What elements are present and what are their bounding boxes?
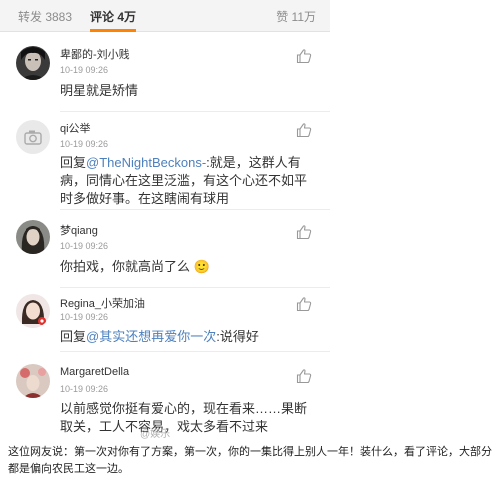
mention-link[interactable]: @其实还想再爱你一次 [86, 329, 216, 344]
article-caption: 这位网友说：第一次对你有了方案，第一次，你的一集比得上别人一年！装什么，看了评论… [8, 446, 492, 475]
thumbs-up-icon[interactable] [296, 122, 312, 138]
comment-username[interactable]: qi公举 [60, 120, 91, 136]
weibo-comment-panel: 转发 3883 评论 4万 赞 11万 卑鄙的-刘小贱 10-19 09:26 … [0, 0, 330, 440]
comment-text: 你拍戏，你就高尚了么 🙂 [60, 258, 315, 277]
comment-item: 梦qiang 10-19 09:26 你拍戏，你就高尚了么 🙂 [0, 210, 330, 288]
comment-text: 回复@其实还想再爱你一次:说得好 [60, 328, 315, 346]
thumbs-up-icon[interactable] [296, 224, 312, 240]
tab-comments[interactable]: 评论 4万 [90, 8, 136, 25]
user-avatar[interactable] [16, 364, 50, 398]
comment-text: 回复@TheNightBeckons-:就是，这群人有病，同情心在这里泛滥，有这… [60, 154, 315, 208]
comment-body: 你拍戏，你就高尚了么 [60, 259, 191, 274]
comment-timestamp: 10-19 09:26 [60, 241, 109, 251]
long-hair-portrait-avatar-icon [16, 220, 50, 254]
reply-prefix: 回复 [60, 329, 87, 344]
mention-link[interactable]: @TheNightBeckons- [86, 155, 206, 170]
tab-reposts[interactable]: 转发 3883 [18, 8, 72, 25]
user-avatar[interactable] [16, 220, 50, 254]
user-avatar[interactable] [16, 46, 50, 80]
floral-portrait-avatar-icon [16, 364, 50, 398]
reply-prefix: 回复 [60, 155, 87, 170]
comment-item: qi公举 10-19 09:26 回复@TheNightBeckons-:就是，… [0, 112, 330, 210]
default-camera-avatar-icon [16, 120, 50, 154]
girl-portrait-avatar-icon [16, 294, 50, 328]
user-avatar[interactable] [16, 294, 50, 328]
comment-username[interactable]: 卑鄙的-刘小贱 [60, 46, 130, 62]
smile-emoji: 🙂 [193, 260, 210, 275]
comment-timestamp: 10-19 09:26 [60, 65, 109, 75]
comment-username[interactable]: 梦qiang [60, 222, 98, 238]
tab-likes[interactable]: 赞 11万 [276, 8, 316, 25]
reply-body: :说得好 [216, 329, 259, 344]
comment-timestamp: 10-19 09:26 [60, 384, 109, 394]
comment-timestamp: 10-19 09:26 [60, 139, 109, 149]
comment-text: 明星就是矫情 [60, 83, 139, 98]
dark-portrait-avatar-icon [16, 46, 50, 80]
comment-username[interactable]: Regina_小荣加油 [60, 295, 145, 311]
comment-item: MargaretDella 10-19 09:26 以前感觉你挺有爱心的，现在看… [0, 352, 330, 434]
thumbs-up-icon[interactable] [296, 296, 312, 312]
comment-username[interactable]: MargaretDella [60, 366, 129, 378]
comment-text: 以前感觉你挺有爱心的，现在看来……果断取关，工人不容易，戏太多看不过来 [60, 401, 308, 434]
source-watermark: @娱乐 [140, 429, 171, 440]
thumbs-up-icon[interactable] [296, 48, 312, 64]
tab-bar: 转发 3883 评论 4万 赞 11万 [0, 0, 330, 32]
user-avatar[interactable] [16, 120, 50, 154]
thumbs-up-icon[interactable] [296, 368, 312, 384]
comment-timestamp: 10-19 09:26 [60, 312, 109, 322]
comment-item: Regina_小荣加油 10-19 09:26 回复@其实还想再爱你一次:说得好 [0, 288, 330, 352]
comment-item: 卑鄙的-刘小贱 10-19 09:26 明星就是矫情 [0, 32, 330, 112]
